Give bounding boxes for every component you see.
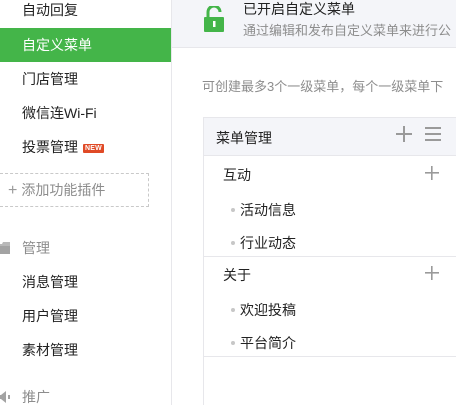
- plus-icon: +: [8, 182, 18, 199]
- speaker-icon: [0, 391, 10, 403]
- menu-group-row[interactable]: 互动: [204, 157, 456, 193]
- menu-group-label: 关于: [223, 267, 251, 283]
- menu-hint-text: 可创建最多3个一级菜单，每个一级菜单下: [202, 79, 444, 94]
- menu-management-panel: 菜单管理 互动 活动信息 行业动态 关于 欢迎投稿 平台简介: [203, 117, 456, 405]
- add-menu-icon[interactable]: [394, 124, 414, 144]
- sidebar-item-label: 素材管理: [22, 342, 78, 358]
- menu-panel-header: 菜单管理: [204, 118, 456, 156]
- sidebar-item-store-management[interactable]: 门店管理: [0, 62, 171, 96]
- add-plugin-button[interactable]: + 添加功能插件: [0, 173, 149, 207]
- sidebar-item-label: 自动回复: [22, 2, 78, 18]
- bullet-icon: [231, 241, 235, 245]
- add-plugin-label: 添加功能插件: [21, 182, 106, 198]
- sidebar-item-label: 投票管理: [22, 139, 78, 155]
- sidebar-item-label: 门店管理: [22, 71, 78, 87]
- folder-icon: [0, 242, 10, 254]
- menu-group-label: 互动: [223, 167, 251, 183]
- section-title-label: 管理: [22, 240, 50, 256]
- sidebar-item-message-management[interactable]: 消息管理: [0, 265, 171, 299]
- submenu-label: 平台简介: [240, 335, 296, 351]
- sort-menu-icon[interactable]: [424, 125, 442, 143]
- unlock-icon: [204, 6, 224, 32]
- sidebar-item-label: 自定义菜单: [22, 37, 92, 53]
- bullet-icon: [231, 308, 235, 312]
- sidebar: 自动回复 自定义菜单 门店管理 微信连Wi-Fi 投票管理 NEW + 添加功能插件…: [0, 0, 172, 405]
- sidebar-item-label: 微信连Wi-Fi: [22, 105, 97, 121]
- sidebar-section-promote: 推广: [0, 380, 171, 405]
- menu-panel-title: 菜单管理: [216, 130, 272, 146]
- sidebar-item-wifi[interactable]: 微信连Wi-Fi: [0, 96, 171, 130]
- main-content: 已开启自定义菜单 通过编辑和发布自定义菜单来进行公 可创建最多3个一级菜单，每个…: [172, 0, 456, 405]
- menu-group-row[interactable]: 关于: [204, 257, 456, 293]
- bullet-icon: [231, 341, 235, 345]
- group-divider: [204, 356, 456, 357]
- add-submenu-icon[interactable]: [425, 266, 439, 280]
- submenu-item[interactable]: 活动信息: [204, 193, 456, 226]
- submenu-item[interactable]: 行业动态: [204, 226, 456, 259]
- sidebar-item-auto-reply[interactable]: 自动回复: [0, 0, 171, 27]
- sidebar-item-vote-management[interactable]: 投票管理 NEW: [0, 130, 171, 164]
- sidebar-item-label: 消息管理: [22, 274, 78, 290]
- add-submenu-icon[interactable]: [425, 166, 439, 180]
- section-title-label: 推广: [22, 389, 50, 405]
- status-title: 已开启自定义菜单: [243, 1, 355, 17]
- submenu-label: 行业动态: [240, 235, 296, 251]
- submenu-item[interactable]: 平台简介: [204, 326, 456, 359]
- sidebar-item-custom-menu[interactable]: 自定义菜单: [0, 28, 171, 62]
- status-subtitle: 通过编辑和发布自定义菜单来进行公: [243, 23, 452, 38]
- sidebar-section-manage: 管理: [0, 231, 171, 265]
- bullet-icon: [231, 208, 235, 212]
- sidebar-item-label: 用户管理: [22, 308, 78, 324]
- sidebar-item-user-management[interactable]: 用户管理: [0, 299, 171, 333]
- sidebar-item-material-management[interactable]: 素材管理: [0, 333, 171, 367]
- new-badge: NEW: [83, 144, 104, 153]
- submenu-label: 欢迎投稿: [240, 302, 296, 318]
- submenu-label: 活动信息: [240, 202, 296, 218]
- menu-status-bar: 已开启自定义菜单 通过编辑和发布自定义菜单来进行公: [172, 0, 456, 48]
- submenu-item[interactable]: 欢迎投稿: [204, 293, 456, 326]
